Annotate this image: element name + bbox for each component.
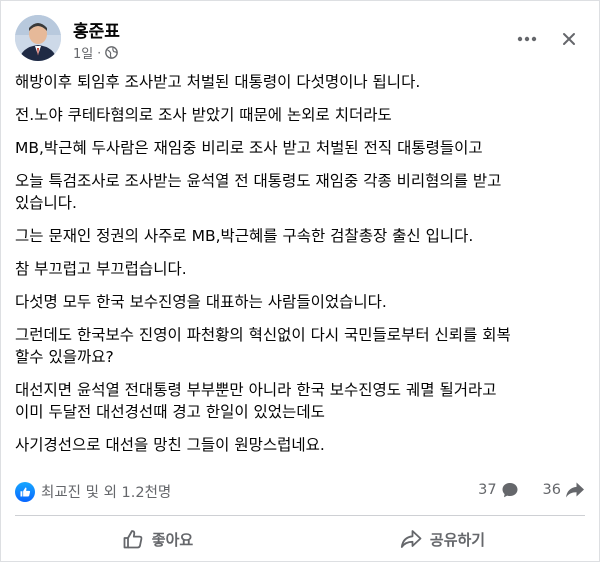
more-horizontal-icon [517,36,537,42]
post-paragraph: 그런데도 한국보수 진영이 파천황의 혁신없이 다시 국민들로부터 신뢰를 회복… [15,326,511,366]
shares-count-button[interactable]: 36 [543,481,585,499]
post-stats: 최교진 및 외 1.2천명 37 36 [15,479,585,505]
engagement-counts: 37 36 [478,481,585,499]
post-time[interactable]: 1일 [73,43,93,62]
thumbs-up-icon [123,530,143,549]
action-bar: 좋아요 공유하기 [15,519,585,559]
post-meta: 1일 · [73,43,118,62]
share-label: 공유하기 [429,530,486,549]
post-paragraph: 대선지면 윤석열 전대통령 부부뿐만 아니라 한국 보수진영도 궤멸 될거라고 … [15,381,497,421]
like-button[interactable]: 좋아요 [15,519,300,559]
share-arrow-icon [566,482,584,498]
comments-count-button[interactable]: 37 [478,481,518,499]
reactions-summary[interactable]: 최교진 및 외 1.2천명 [15,481,171,502]
comments-count: 37 [478,482,497,498]
post-paragraph: 오늘 특검조사로 조사받는 윤석열 전 대통령도 재임중 각종 비리혐의를 받고… [15,172,502,212]
post-paragraph: 참 부끄럽고 부끄럽습니다. [15,260,187,278]
globe-icon[interactable] [105,46,118,59]
author-name[interactable]: 홍준표 [73,17,120,42]
reactions-text: 최교진 및 외 1.2천명 [41,485,172,501]
post-card: 홍준표 1일 · 해방이후 퇴임후 조사받고 처벌된 대통령이 다섯명이나 됩니… [0,0,600,562]
avatar-image [15,15,61,61]
post-paragraph: 사기경선으로 대선을 망친 그들이 원망스럽네요. [15,436,325,454]
post-header: 홍준표 1일 · [15,13,585,65]
post-paragraph: 해방이후 퇴임후 조사받고 처벌된 대통령이 다섯명이나 됩니다. [15,73,421,91]
divider [15,515,585,516]
like-label: 좋아요 [151,530,194,549]
comment-bubble-icon [502,483,518,498]
separator-dot: · [97,45,102,60]
like-reaction-icon [15,481,35,502]
post-body: 해방이후 퇴임후 조사받고 처벌된 대통령이 다섯명이나 됩니다. 전.노야 쿠… [15,71,585,467]
post-paragraph: MB,박근혜 두사람은 재임중 비리로 조사 받고 처벌된 전직 대통령들이고 [15,139,483,157]
close-button[interactable] [557,27,581,51]
shares-count: 36 [542,482,561,498]
close-icon [563,33,575,45]
more-options-button[interactable] [515,27,539,51]
post-paragraph: 전.노야 쿠테타혐의로 조사 받았기 때문에 논외로 치더라도 [15,106,392,124]
share-icon [400,530,422,548]
post-paragraph: 다섯명 모두 한국 보수진영을 대표하는 사람들이었습니다. [15,293,387,311]
avatar[interactable] [15,15,61,61]
post-paragraph: 그는 문재인 정권의 사주로 MB,박근혜를 구속한 검찰총장 출신 입니다. [15,227,474,245]
share-button[interactable]: 공유하기 [300,519,585,559]
